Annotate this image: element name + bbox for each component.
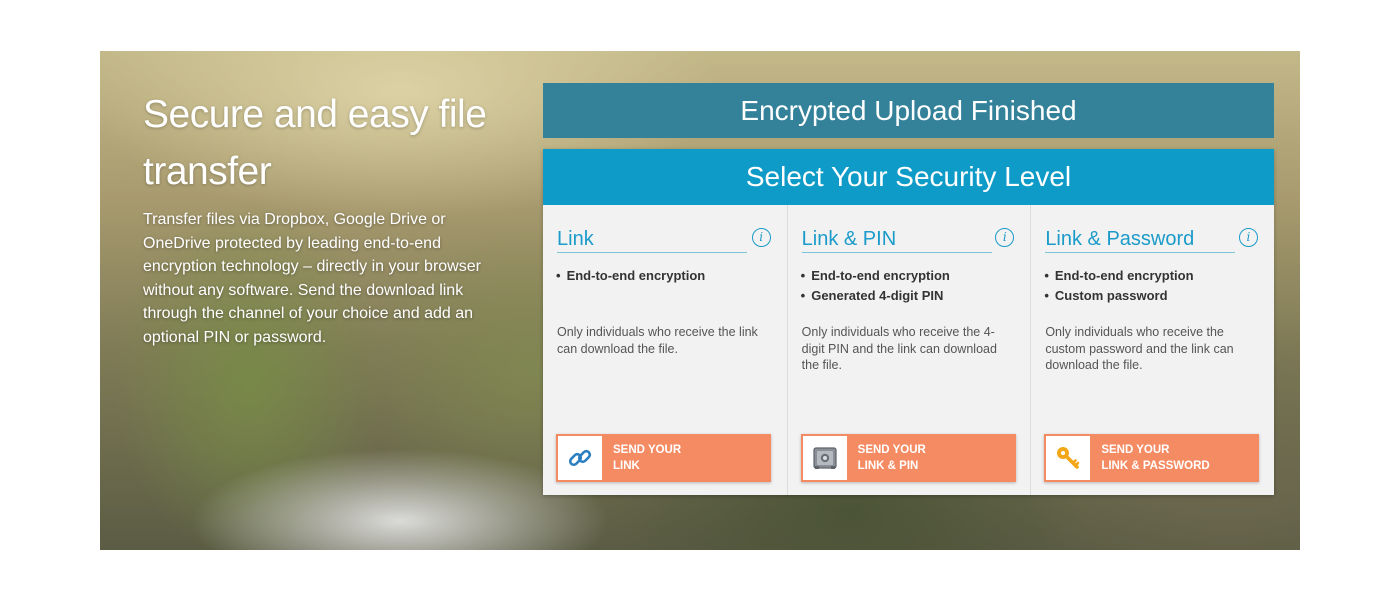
button-label-line2: LINK — [613, 460, 640, 472]
send-link-button[interactable]: SEND YOUR LINK — [556, 434, 771, 482]
button-label-line2: LINK & PIN — [857, 460, 919, 472]
option-title: Link & Password — [1045, 226, 1236, 253]
key-icon — [1046, 436, 1091, 480]
option-title: Link & PIN — [801, 226, 992, 253]
option-description: Only individuals who receive the custom … — [1045, 325, 1234, 372]
button-label-line1: SEND YOUR — [1101, 444, 1170, 456]
info-icon[interactable]: i — [1238, 228, 1258, 247]
feature-item: Generated 4-digit PIN — [801, 286, 950, 306]
upload-finished-banner: Encrypted Upload Finished — [543, 83, 1274, 138]
button-label: SEND YOUR LINK & PIN — [858, 442, 1008, 474]
button-label-line1: SEND YOUR — [613, 444, 682, 456]
send-link-pin-button[interactable]: SEND YOUR LINK & PIN — [800, 434, 1016, 482]
feature-list: End-to-end encryption — [556, 266, 706, 286]
option-description: Only individuals who receive the link ca… — [557, 325, 758, 356]
info-icon[interactable]: i — [751, 228, 771, 247]
option-title: Link — [557, 226, 747, 253]
button-label: SEND YOUR LINK & PASSWORD — [1101, 442, 1251, 474]
feature-list: End-to-end encryption Generated 4-digit … — [801, 266, 950, 305]
security-level-panel: Select Your Security Level Link i End-to… — [543, 149, 1274, 495]
option-description: Only individuals who receive the 4-digit… — [801, 325, 997, 372]
security-option-link-password: Link & Password i End-to-end encryption … — [1030, 205, 1274, 495]
safe-icon — [802, 436, 847, 480]
hero-description: Transfer files via Dropbox, Google Drive… — [143, 211, 481, 346]
feature-item: End-to-end encryption — [556, 266, 706, 286]
feature-item: Custom password — [1044, 286, 1193, 306]
button-label-line1: SEND YOUR — [857, 444, 926, 456]
security-level-header: Select Your Security Level — [543, 149, 1274, 205]
info-icon[interactable]: i — [995, 228, 1015, 247]
button-label-line2: LINK & PASSWORD — [1101, 460, 1210, 472]
link-chain-icon — [558, 436, 602, 480]
feature-list: End-to-end encryption Custom password — [1044, 266, 1194, 306]
feature-item: End-to-end encryption — [801, 266, 950, 286]
button-label: SEND YOUR LINK — [613, 442, 763, 474]
security-option-link-pin: Link & PIN i End-to-end encryption Gener… — [786, 205, 1031, 495]
security-option-link: Link i End-to-end encryption Only indivi… — [543, 205, 787, 495]
security-options: Link i End-to-end encryption Only indivi… — [543, 205, 1274, 495]
feature-item: End-to-end encryption — [1044, 266, 1194, 286]
hero-title: Secure and easy file transfer — [143, 93, 487, 193]
send-link-password-button[interactable]: SEND YOUR LINK & PASSWORD — [1044, 434, 1260, 482]
